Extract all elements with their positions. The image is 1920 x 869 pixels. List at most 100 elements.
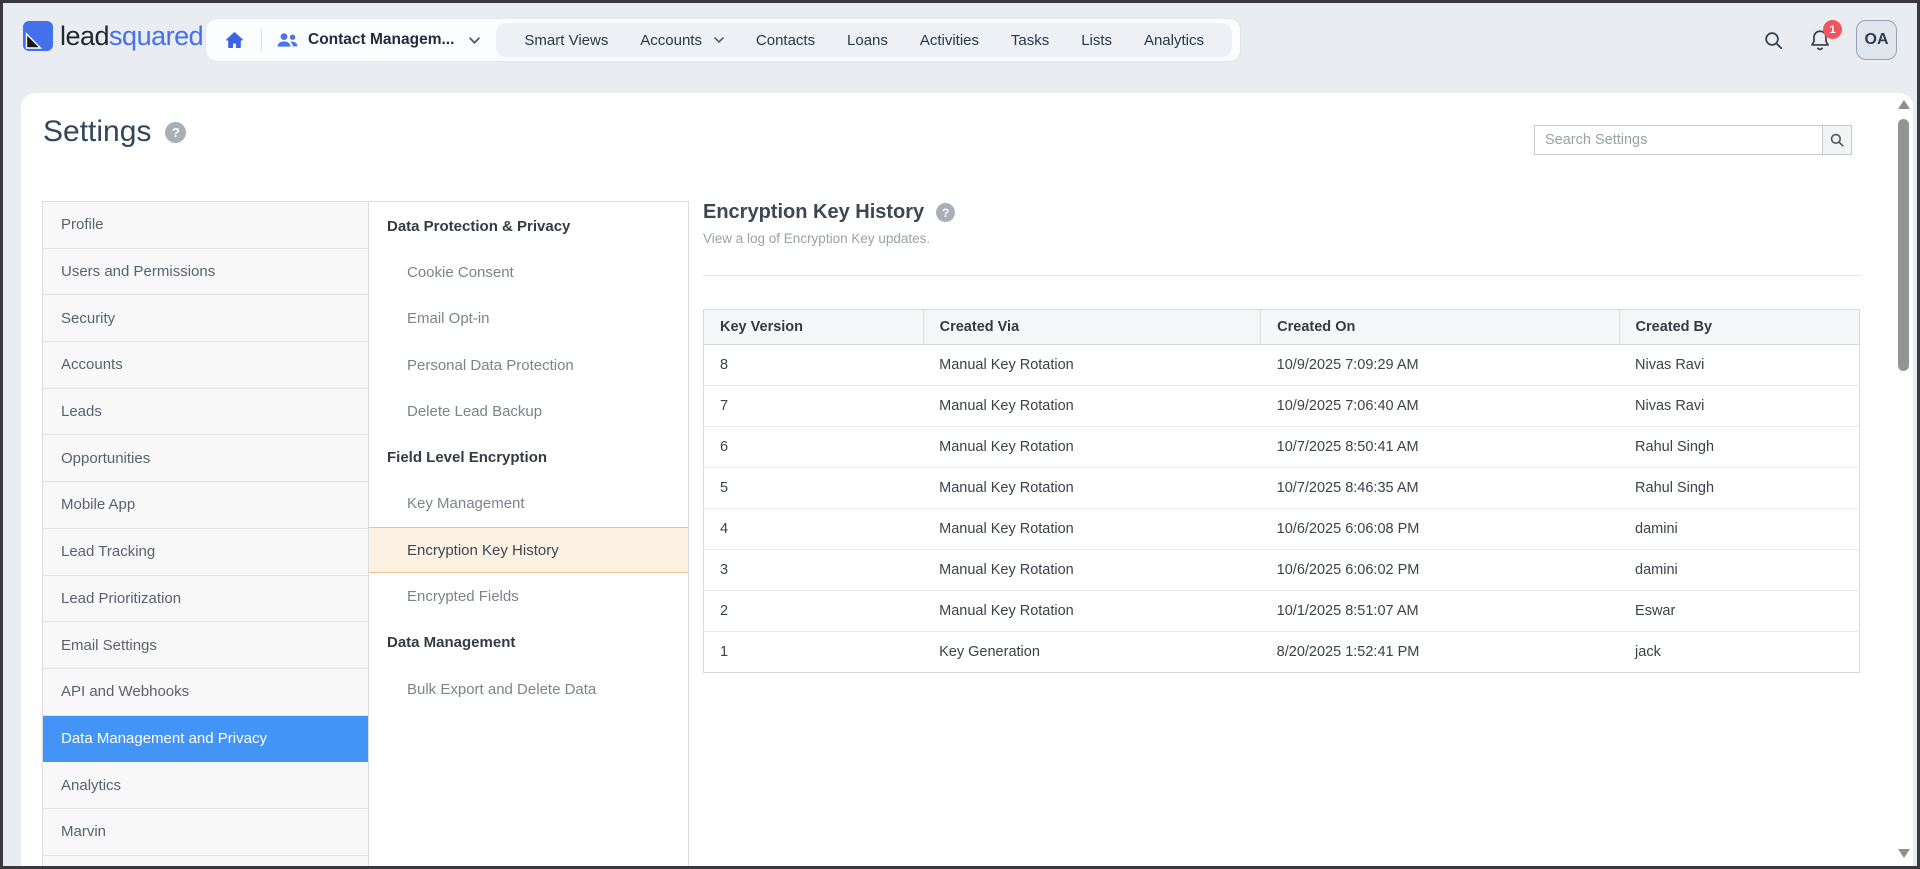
sidebar-item-lead-tracking[interactable]: Lead Tracking <box>43 529 368 576</box>
table-cell: Manual Key Rotation <box>923 508 1261 550</box>
nav-item-label: Analytics <box>1143 31 1204 49</box>
subnav-item-delete-lead-backup[interactable]: Delete Lead Backup <box>369 388 688 434</box>
subnav-item-encrypted-fields[interactable]: Encrypted Fields <box>369 573 688 619</box>
table-row: 4 Manual Key Rotation 10/6/2025 6:06:08 PM… <box>703 508 1860 550</box>
table-cell: 4 <box>703 508 924 550</box>
subnav-item-key-management[interactable]: Key Management <box>369 481 688 527</box>
sidebar-item-marvin[interactable]: Marvin <box>43 809 368 856</box>
nav-item-analytics[interactable]: Analytics <box>1144 32 1204 49</box>
nav-item-label: Activities <box>919 31 979 49</box>
table-cell: 8 <box>703 344 924 386</box>
sidebar-item-api-and-webhooks[interactable]: API and Webhooks <box>43 669 368 716</box>
sidebar-item-email-settings[interactable]: Email Settings <box>43 622 368 669</box>
table-row: 8 Manual Key Rotation 10/9/2025 7:09:29 AM… <box>703 344 1860 386</box>
settings-search-button[interactable] <box>1822 125 1852 155</box>
page-help-icon[interactable]: ? <box>165 121 187 143</box>
nav-item-label: Tasks <box>1010 31 1050 49</box>
subnav-item-cookie-consent[interactable]: Cookie Consent <box>369 249 688 295</box>
nav-item-activities[interactable]: Activities <box>920 32 979 49</box>
nav-item-accounts[interactable]: Accounts <box>640 32 724 49</box>
sidebar-item-leads[interactable]: Leads <box>43 389 368 436</box>
sidebar-item-profile[interactable]: Profile <box>43 202 368 249</box>
table-cell: 8/20/2025 1:52:41 PM <box>1276 644 1420 660</box>
app-window: leadsquared Contact Managem... Smart Vie… <box>0 0 1920 869</box>
table-cell: 6 <box>703 426 924 468</box>
settings-subnav: Data Protection & Privacy Cookie Consent E… <box>368 202 688 866</box>
notifications-button[interactable]: 1 <box>1808 20 1842 52</box>
column-header-key-version: Key Version <box>703 309 924 345</box>
table-cell: Rahul Singh <box>1619 467 1860 509</box>
nav-item-contacts[interactable]: Contacts <box>756 32 815 49</box>
table-cell: 10/6/2025 6:06:08 PM <box>1260 508 1620 550</box>
subnav-item-bulk-export-and-delete-data[interactable]: Bulk Export and Delete Data <box>369 666 688 712</box>
table-cell: Manual Key Rotation <box>923 426 1261 468</box>
table-cell: 10/6/2025 6:06:02 PM <box>1260 549 1620 591</box>
vertical-scrollbar[interactable] <box>1896 93 1912 866</box>
scrollbar-thumb[interactable] <box>1898 119 1909 371</box>
nav-item-label: Smart Views <box>524 31 609 49</box>
section-help-icon[interactable]: ? <box>936 203 956 222</box>
settings-search-input[interactable] <box>1534 125 1822 155</box>
home-icon <box>226 31 243 48</box>
table-cell: damini <box>1619 508 1860 550</box>
table-cell: Manual Key Rotation <box>923 549 1261 591</box>
nav-item-tasks[interactable]: Tasks <box>1011 32 1049 49</box>
table-cell: Manual Key Rotation <box>923 467 1261 509</box>
table-cell: 3 <box>703 549 924 591</box>
table-body: 8 Manual Key Rotation 10/9/2025 7:09:29 AM… <box>703 344 1860 673</box>
table-cell: 10/9/2025 7:06:40 AM <box>1260 385 1620 427</box>
scroll-up-icon[interactable] <box>1898 100 1910 109</box>
page-head: Settings ? <box>43 115 187 149</box>
subnav-header-field-level-encryption: Field Level Encryption <box>387 449 548 467</box>
nav-item-lists[interactable]: Lists <box>1081 32 1112 49</box>
logo-lead: lead <box>60 20 110 51</box>
table-cell: Manual Key Rotation <box>923 590 1261 632</box>
nav-item-loans[interactable]: Loans <box>847 32 888 49</box>
encryption-key-history-panel: Encryption Key History ? View a log of E… <box>703 201 1860 673</box>
scroll-down-icon[interactable] <box>1898 849 1910 858</box>
subnav-item-email-opt-in[interactable]: Email Opt-in <box>369 296 688 342</box>
subnav-item-encryption-key-history[interactable]: Encryption Key History <box>369 527 688 574</box>
user-avatar[interactable]: OA <box>1856 20 1897 60</box>
encryption-key-history-table: Key Version Created Via Created On Created … <box>703 309 1860 673</box>
home-button[interactable] <box>222 28 247 53</box>
search-icon <box>1765 31 1783 49</box>
nav-item-label: Accounts <box>640 31 702 49</box>
sidebar-item-data-management-and-privacy[interactable]: Data Management and Privacy <box>43 715 368 763</box>
table-cell: 10/7/2025 8:50:41 AM <box>1260 426 1620 468</box>
subnav-header-data-protection-privacy: Data Protection & Privacy <box>387 217 571 235</box>
leadsquared-logo-text: leadsquared <box>60 20 204 51</box>
leadsquared-logo[interactable]: leadsquared <box>23 20 204 51</box>
sidebar-item-accounts[interactable]: Accounts <box>43 342 368 389</box>
sidebar-item-security[interactable]: Security <box>43 295 368 343</box>
global-search-button[interactable] <box>1763 30 1784 51</box>
chevron-down-icon <box>469 36 481 44</box>
nav-item-label: Lists <box>1081 31 1113 49</box>
table-cell: jack <box>1635 644 1661 660</box>
nav-item-smart-views[interactable]: Smart Views <box>524 32 608 49</box>
sidebar-item-lead-prioritization[interactable]: Lead Prioritization <box>43 576 368 623</box>
nav-divider <box>261 29 262 51</box>
table-row: 5 Manual Key Rotation 10/7/2025 8:46:35 AM… <box>703 467 1860 509</box>
chevron-down-icon <box>714 37 724 43</box>
table-cell: Rahul Singh <box>1619 426 1860 468</box>
sidebar-item-mobile-app[interactable]: Mobile App <box>43 482 368 529</box>
table-cell: 1 <box>720 644 729 660</box>
table-cell: 10/1/2025 8:51:07 AM <box>1260 590 1620 632</box>
sidebar-item-analytics[interactable]: Analytics <box>43 762 368 809</box>
sidebar-item-users-and-permissions[interactable]: Users and Permissions <box>43 249 368 296</box>
table-cell: damini <box>1619 549 1860 591</box>
table-cell: 10/7/2025 8:46:35 AM <box>1260 467 1620 509</box>
table-row: 1 Key Generation 8/20/2025 1:52:41 PM jack <box>704 632 1860 673</box>
settings-search <box>1534 125 1852 155</box>
subnav-item-personal-data-protection[interactable]: Personal Data Protection <box>369 342 688 388</box>
table-header-row: Key Version Created Via Created On Created … <box>703 309 1860 345</box>
sidebar-item-opportunities[interactable]: Opportunities <box>43 435 368 483</box>
nav-items: Smart Views Accounts Contacts Loans Activiti… <box>496 23 1232 57</box>
column-header-created-on: Created On <box>1260 309 1620 345</box>
section-title: Encryption Key History <box>703 201 925 223</box>
table-row: 7 Manual Key Rotation 10/9/2025 7:06:40 AM… <box>703 385 1860 427</box>
notification-badge: 1 <box>1823 20 1842 39</box>
workspace-label: Contact Managem... <box>308 31 455 48</box>
workspace-selector[interactable]: Contact Managem... <box>276 31 481 49</box>
